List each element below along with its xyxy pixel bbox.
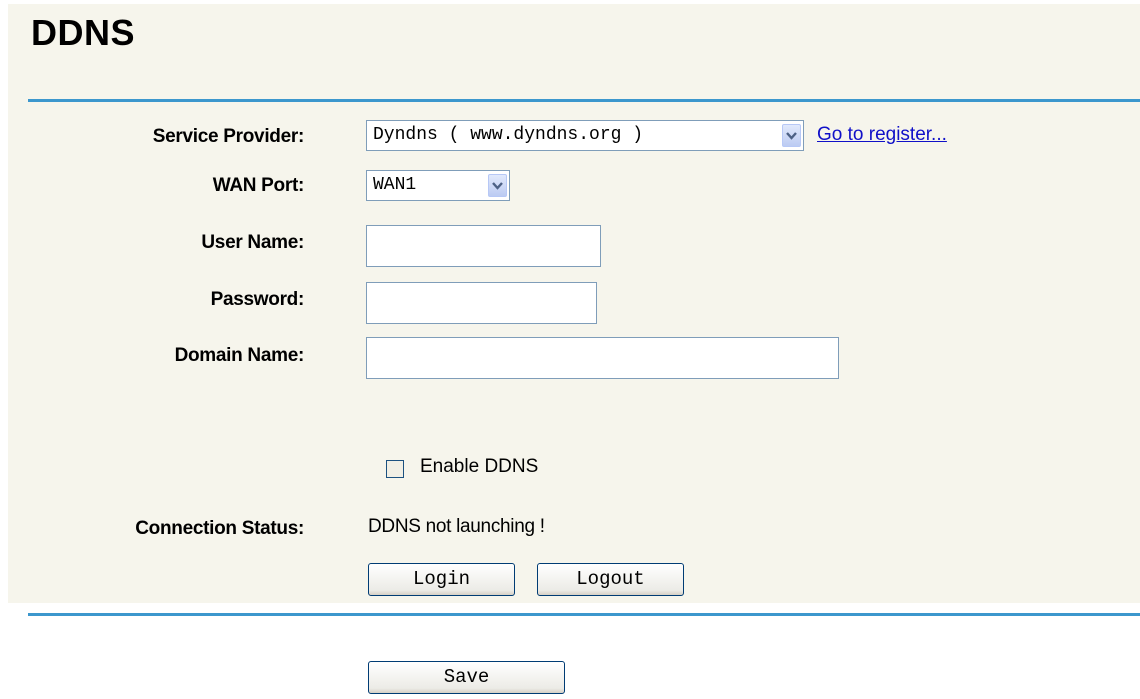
enable-ddns-checkbox[interactable] xyxy=(386,460,404,478)
connection-status-label: Connection Status: xyxy=(135,518,304,539)
page-title: DDNS xyxy=(31,12,136,53)
enable-ddns-label[interactable]: Enable DDNS xyxy=(420,456,538,478)
connection-status-value: DDNS not launching ! xyxy=(368,516,545,537)
service-provider-select[interactable]: Dyndns ( www.dyndns.org ) xyxy=(366,120,804,151)
wan-port-label: WAN Port: xyxy=(212,175,305,196)
wan-port-value: WAN1 xyxy=(373,175,417,195)
user-name-input[interactable] xyxy=(366,225,601,267)
service-provider-label: Service Provider: xyxy=(152,126,305,147)
save-button[interactable]: Save xyxy=(368,661,565,694)
service-provider-value: Dyndns ( www.dyndns.org ) xyxy=(373,125,644,145)
password-input[interactable] xyxy=(366,282,597,324)
bottom-divider xyxy=(28,613,1140,616)
password-label: Password: xyxy=(210,289,305,310)
top-divider xyxy=(28,99,1140,102)
chevron-down-icon[interactable] xyxy=(782,124,801,147)
chevron-down-icon[interactable] xyxy=(488,174,507,197)
logout-button[interactable]: Logout xyxy=(537,563,684,596)
register-link[interactable]: Go to register... xyxy=(817,124,947,146)
user-name-label: User Name: xyxy=(201,232,304,253)
footer-area xyxy=(0,603,1140,699)
domain-name-label: Domain Name: xyxy=(174,345,305,366)
domain-name-input[interactable] xyxy=(366,337,839,379)
wan-port-select[interactable]: WAN1 xyxy=(366,170,510,201)
login-button[interactable]: Login xyxy=(368,563,515,596)
